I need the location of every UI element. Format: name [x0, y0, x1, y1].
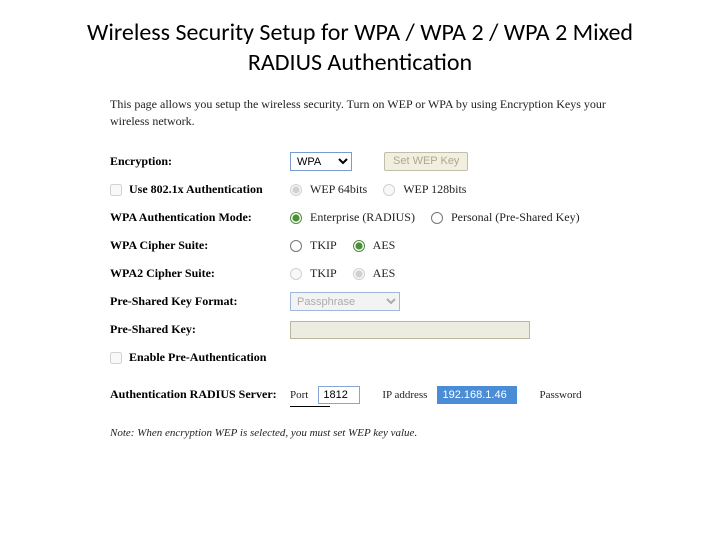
port-label: Port — [290, 389, 308, 401]
config-panel: This page allows you setup the wireless … — [0, 86, 720, 439]
psk-format-row: Pre-Shared Key Format: Passphrase — [110, 290, 620, 314]
radius-row: Authentication RADIUS Server: Port IP ad… — [110, 386, 620, 404]
preauth-label: Enable Pre-Authentication — [110, 350, 290, 365]
set-wep-key-button[interactable]: Set WEP Key — [384, 152, 468, 171]
auth-mode-row: WPA Authentication Mode: Enterprise (RAD… — [110, 206, 620, 230]
preauth-row: Enable Pre-Authentication — [110, 346, 620, 370]
psk-input[interactable] — [290, 321, 530, 339]
wpa-cipher-row: WPA Cipher Suite: TKIP AES — [110, 234, 620, 258]
radius-label: Authentication RADIUS Server: — [110, 387, 290, 402]
wpa2-cipher-label: WPA2 Cipher Suite: — [110, 266, 290, 281]
encryption-select[interactable]: WPA — [290, 152, 352, 171]
password-label: Password — [539, 389, 581, 401]
encryption-row: Encryption: WPA Set WEP Key — [110, 150, 620, 174]
wpa2-tkip-radio[interactable] — [290, 268, 302, 280]
intro-text: This page allows you setup the wireless … — [110, 96, 620, 130]
note-text: Note: When encryption WEP is selected, y… — [110, 427, 620, 439]
preauth-checkbox[interactable] — [110, 352, 122, 364]
use-8021x-checkbox[interactable] — [110, 184, 122, 196]
use-8021x-row: Use 802.1x Authentication WEP 64bits WEP… — [110, 178, 620, 202]
wpa-cipher-label: WPA Cipher Suite: — [110, 238, 290, 253]
radius-ip-input[interactable] — [437, 386, 517, 404]
wep64-radio[interactable] — [290, 184, 302, 196]
psk-format-select[interactable]: Passphrase — [290, 292, 400, 311]
wpa-aes-label: AES — [373, 238, 396, 253]
divider — [290, 406, 330, 407]
psk-label: Pre-Shared Key: — [110, 322, 290, 337]
encryption-label: Encryption: — [110, 154, 290, 169]
wep128-radio[interactable] — [383, 184, 395, 196]
enterprise-radio[interactable] — [290, 212, 302, 224]
ip-label: IP address — [382, 389, 427, 401]
wpa2-tkip-label: TKIP — [310, 266, 337, 281]
page-title: Wireless Security Setup for WPA / WPA 2 … — [0, 0, 720, 86]
wpa-tkip-radio[interactable] — [290, 240, 302, 252]
auth-mode-label: WPA Authentication Mode: — [110, 210, 290, 225]
enterprise-label: Enterprise (RADIUS) — [310, 210, 415, 225]
wpa2-aes-radio[interactable] — [353, 268, 365, 280]
wpa2-aes-label: AES — [373, 266, 396, 281]
wpa-aes-radio[interactable] — [353, 240, 365, 252]
psk-row: Pre-Shared Key: — [110, 318, 620, 342]
use-8021x-label: Use 802.1x Authentication — [110, 182, 290, 197]
wep128-label: WEP 128bits — [403, 182, 466, 197]
personal-radio[interactable] — [431, 212, 443, 224]
radius-port-input[interactable] — [318, 386, 360, 404]
wep64-label: WEP 64bits — [310, 182, 367, 197]
psk-format-label: Pre-Shared Key Format: — [110, 294, 290, 309]
wpa-tkip-label: TKIP — [310, 238, 337, 253]
personal-label: Personal (Pre-Shared Key) — [451, 210, 580, 225]
wpa2-cipher-row: WPA2 Cipher Suite: TKIP AES — [110, 262, 620, 286]
